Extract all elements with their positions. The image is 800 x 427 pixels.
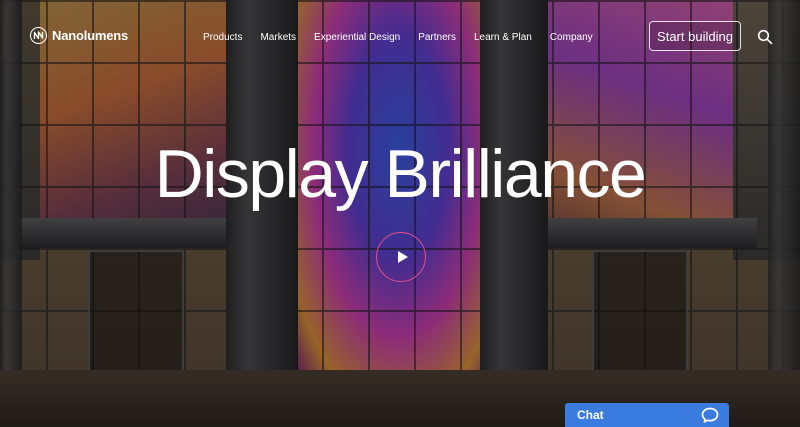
start-building-button[interactable]: Start building: [649, 21, 741, 51]
play-icon: [397, 251, 408, 263]
nav-item-experiential-design[interactable]: Experiential Design: [314, 32, 400, 43]
brand-name: Nanolumens: [52, 28, 129, 43]
nav-item-products[interactable]: Products: [203, 32, 242, 43]
top-navigation: Nanolumens Products Markets Experiential…: [0, 0, 800, 76]
nav-item-learn-plan[interactable]: Learn & Plan: [474, 32, 532, 43]
hero-headline: Display Brilliance: [154, 136, 647, 212]
hero-section: Nanolumens Products Markets Experiential…: [0, 0, 800, 427]
brand-logo-link[interactable]: Nanolumens: [30, 27, 128, 44]
chat-widget-button[interactable]: Chat: [565, 403, 729, 427]
nav-item-company[interactable]: Company: [550, 32, 593, 43]
play-video-button[interactable]: [376, 232, 426, 282]
main-menu: Products Markets Experiential Design Par…: [203, 32, 593, 43]
nav-item-markets[interactable]: Markets: [260, 32, 296, 43]
nav-item-partners[interactable]: Partners: [418, 32, 456, 43]
chat-bubble-icon: [701, 407, 719, 423]
search-icon[interactable]: [757, 29, 773, 45]
chat-label: Chat: [577, 408, 604, 422]
nanolumens-logo-icon: [30, 27, 47, 44]
